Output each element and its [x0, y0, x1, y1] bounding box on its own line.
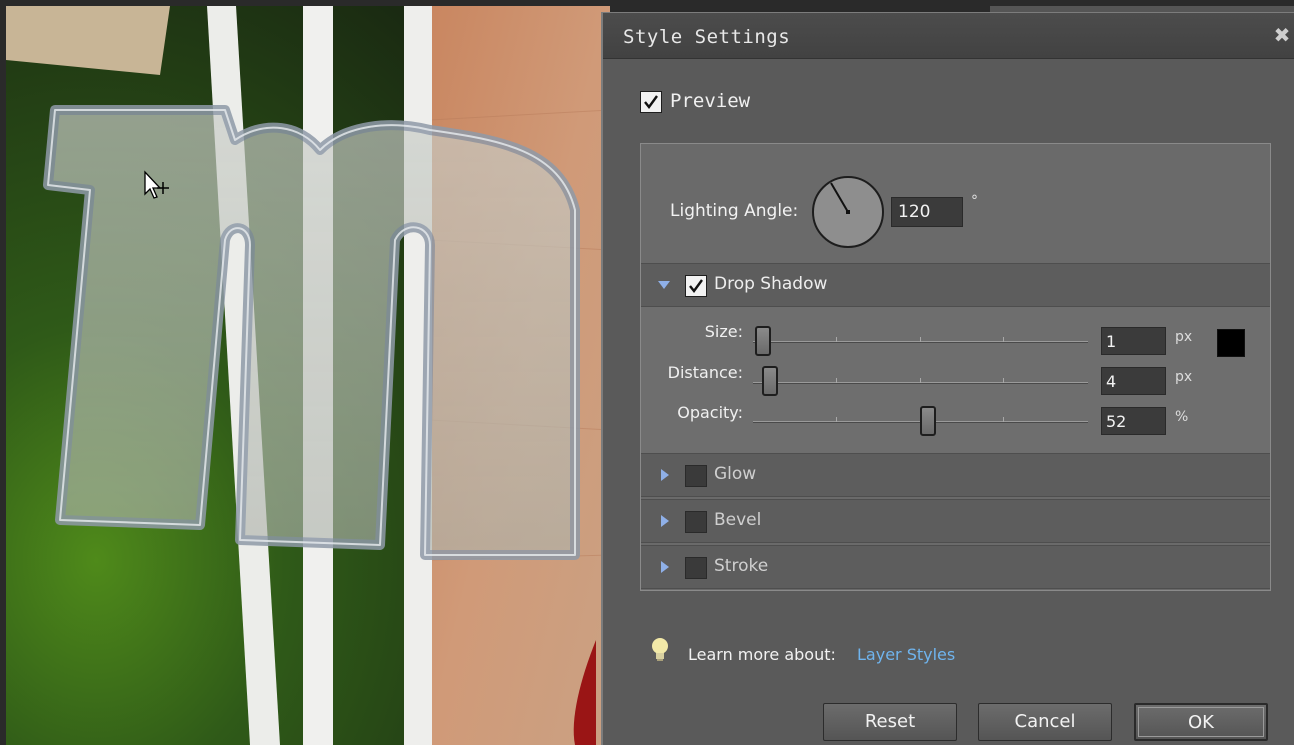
- glow-checkbox[interactable]: [685, 465, 707, 487]
- checkmark-icon: [644, 95, 658, 109]
- triangle-right-icon[interactable]: [657, 514, 671, 528]
- drop-shadow-checkbox[interactable]: [685, 275, 707, 297]
- slider-tick: [1003, 417, 1004, 422]
- preview-label: Preview: [670, 90, 751, 112]
- cancel-button[interactable]: Cancel: [978, 703, 1112, 741]
- ok-button[interactable]: OK: [1134, 703, 1268, 741]
- reset-button[interactable]: Reset: [823, 703, 957, 741]
- distance-slider-thumb[interactable]: [762, 366, 778, 396]
- stroke-header[interactable]: Stroke: [641, 545, 1270, 589]
- slider-tick: [920, 378, 921, 383]
- bevel-label: Bevel: [714, 510, 762, 530]
- slider-tick: [1003, 378, 1004, 383]
- shadow-color-swatch[interactable]: [1217, 329, 1245, 357]
- glow-header[interactable]: Glow: [641, 453, 1270, 497]
- size-slider-thumb[interactable]: [755, 326, 771, 356]
- glow-label: Glow: [714, 464, 757, 484]
- bevel-header[interactable]: Bevel: [641, 499, 1270, 543]
- layer-styles-link[interactable]: Layer Styles: [857, 645, 955, 664]
- opacity-label: Opacity:: [677, 403, 743, 422]
- lightbulb-icon: [652, 638, 668, 661]
- distance-label: Distance:: [667, 363, 743, 382]
- size-unit: px: [1175, 329, 1193, 345]
- style-panel: Lighting Angle: 120 ° Drop Shadow Size: …: [640, 143, 1271, 591]
- lighting-angle-label: Lighting Angle:: [670, 201, 799, 221]
- slider-tick: [1003, 337, 1004, 342]
- close-icon[interactable]: ✖: [1272, 24, 1292, 46]
- distance-unit: px: [1175, 369, 1193, 385]
- opacity-unit: %: [1175, 409, 1189, 425]
- opacity-slider-thumb[interactable]: [920, 406, 936, 436]
- distance-input[interactable]: 4: [1101, 367, 1166, 395]
- dialog-title: Style Settings: [623, 26, 791, 48]
- slider-tick: [836, 378, 837, 383]
- opacity-input[interactable]: 52: [1101, 407, 1166, 435]
- lighting-angle-dial[interactable]: [812, 176, 884, 248]
- size-label: Size:: [704, 322, 743, 341]
- triangle-right-icon[interactable]: [657, 468, 671, 482]
- bevel-checkbox[interactable]: [685, 511, 707, 533]
- slider-tick: [836, 337, 837, 342]
- triangle-down-icon[interactable]: [657, 278, 671, 292]
- angle-needle: [830, 182, 850, 214]
- drop-shadow-settings: Size: 1 px Distance: 4 px Opacity: 52 %: [641, 307, 1270, 455]
- drop-shadow-label: Drop Shadow: [714, 274, 828, 294]
- style-settings-dialog: Style Settings ✖ Preview Lighting Angle:…: [601, 12, 1294, 745]
- preview-checkbox[interactable]: [640, 91, 662, 113]
- degree-unit: °: [971, 193, 978, 209]
- drop-shadow-header[interactable]: Drop Shadow: [641, 263, 1270, 307]
- lighting-angle-input[interactable]: 120: [891, 197, 963, 227]
- size-input[interactable]: 1: [1101, 327, 1166, 355]
- dialog-titlebar[interactable]: Style Settings ✖: [603, 13, 1294, 59]
- triangle-right-icon[interactable]: [657, 560, 671, 574]
- checkmark-icon: [689, 279, 703, 293]
- slider-tick: [920, 337, 921, 342]
- slider-tick: [836, 417, 837, 422]
- stroke-label: Stroke: [714, 556, 769, 576]
- learn-more-text: Learn more about:: [688, 645, 836, 664]
- stroke-checkbox[interactable]: [685, 557, 707, 579]
